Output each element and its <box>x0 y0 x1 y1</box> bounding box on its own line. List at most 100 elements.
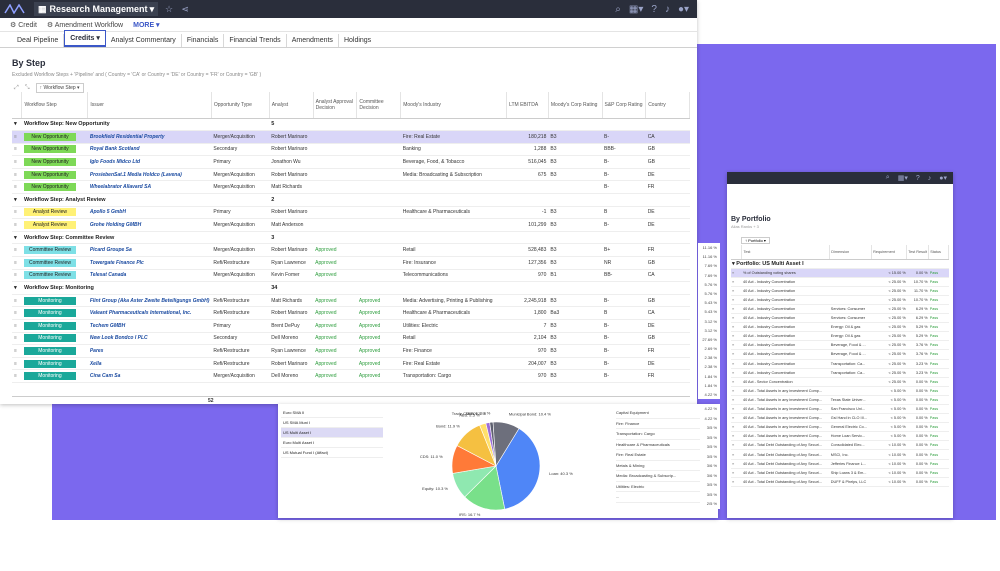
subnav-more[interactable]: MORE ▾ <box>133 21 159 29</box>
drag-handle-icon[interactable]: ≡ <box>731 340 742 351</box>
drag-handle-icon[interactable]: ≡ <box>731 331 742 342</box>
column-header[interactable]: Workflow Step <box>21 92 89 119</box>
column-header[interactable]: Dimension <box>829 245 873 260</box>
workflow-step-badge[interactable]: Analyst Review <box>23 221 76 230</box>
column-header[interactable]: LTM EBITDA <box>506 92 549 119</box>
workflow-step-badge[interactable]: Analyst Review <box>23 208 76 217</box>
drag-handle-icon[interactable]: ≡ <box>731 395 742 406</box>
drag-handle-icon[interactable]: ≡ <box>731 477 742 487</box>
filter-summary[interactable]: Excluded Workflow Steps + 'Pipeline' and… <box>0 68 697 78</box>
workflow-step-badge[interactable]: Monitoring <box>23 296 76 305</box>
issuer-link[interactable]: Wheelabrator Allavard SA <box>87 180 212 195</box>
portfolio-list-item[interactable]: US Multi Asset I <box>281 428 383 438</box>
table-row[interactable]: ≡ New Opportunity Royal Bank Scotland Secon… <box>12 143 690 157</box>
drag-handle-icon[interactable]: ≡ <box>731 304 742 315</box>
expand-icon[interactable]: ▾ <box>12 231 22 245</box>
drag-handle-icon[interactable]: ≡ <box>12 206 22 220</box>
tab-analyst-commentary[interactable]: Analyst Commentary <box>106 34 182 47</box>
table-row[interactable]: ≡ 40 Act - Total Debt Outstanding of Any … <box>731 449 949 460</box>
drag-handle-icon[interactable]: ≡ <box>12 369 22 383</box>
table-row[interactable]: ≡ 40 Act - Total Assets in any investment… <box>731 395 949 406</box>
drag-handle-icon[interactable]: ≡ <box>12 357 22 371</box>
app-switcher[interactable]: ▦ Research Management ▾ <box>34 2 159 16</box>
table-row[interactable]: ≡ New Opportunity ProsiebenSat.1 Media Hol… <box>12 168 690 182</box>
table-row[interactable]: ≡ Monitoring Pares Refi/Restructure Ryan Law… <box>12 344 690 358</box>
help-icon[interactable]: ? <box>651 4 657 15</box>
workflow-step-badge[interactable]: New Opportunity <box>23 132 76 141</box>
expand-icon[interactable]: ▾ <box>12 193 22 207</box>
portfolio-list-item[interactable]: US Mutual Fund I (Affact) <box>281 448 383 458</box>
portfolio-list-item[interactable]: Euro SMA II <box>281 408 383 418</box>
subnav-credit[interactable]: ⚙ Credit <box>10 21 37 29</box>
workflow-step-badge[interactable]: Monitoring <box>23 359 76 368</box>
filter-summary[interactable]: Alias Ranks + 3 <box>727 223 953 229</box>
tab-holdings[interactable]: Holdings <box>339 34 376 47</box>
issuer-link[interactable]: Grohe Holding GMBH <box>87 218 212 232</box>
bell-icon[interactable]: ♪ <box>928 175 932 182</box>
portfolio-list-item[interactable]: Euro Multi Asset I <box>281 438 383 448</box>
drag-handle-icon[interactable]: ≡ <box>731 377 742 387</box>
drag-handle-icon[interactable]: ≡ <box>12 306 22 320</box>
issuer-link[interactable]: Telesat Canada <box>87 269 212 283</box>
drag-handle-icon[interactable]: ≡ <box>12 155 22 169</box>
column-header[interactable]: Requirement <box>871 245 908 260</box>
drag-handle-icon[interactable]: ≡ <box>731 440 742 451</box>
workflow-step-badge[interactable]: New Opportunity <box>23 170 76 179</box>
table-row[interactable]: ≡ Monitoring Flint Group (Aka Aster Zweite… <box>12 294 690 308</box>
portfolio-list-item[interactable]: US SMA Muni I <box>281 418 383 428</box>
table-row[interactable]: ≡ 40 Act - Industry Concentration Beverage… <box>731 349 949 360</box>
table-row[interactable]: ≡ New Opportunity Wheelabrator Allavard SA… <box>12 180 690 195</box>
drag-handle-icon[interactable]: ≡ <box>12 294 22 308</box>
apps-icon[interactable]: ▦▾ <box>898 174 908 182</box>
table-row[interactable]: ≡ New Opportunity Brookfield Residential P… <box>12 130 690 144</box>
table-row[interactable]: ≡ 40 Act - Industry Concentration Services… <box>731 313 949 324</box>
issuer-link[interactable]: Picard Groupe Sa <box>87 243 212 258</box>
tab-amendments[interactable]: Amendments <box>287 34 339 47</box>
workflow-step-badge[interactable]: Monitoring <box>23 334 76 343</box>
drag-handle-icon[interactable]: ≡ <box>731 468 742 478</box>
column-header[interactable]: Issuer <box>87 92 212 119</box>
app-logo-icon[interactable] <box>0 0 30 18</box>
search-icon[interactable]: ⌕ <box>886 174 890 182</box>
drag-handle-icon[interactable]: ≡ <box>731 449 742 460</box>
table-row[interactable]: ≡ 40 Act - Total Assets in any investment… <box>731 386 949 396</box>
issuer-link[interactable]: Xella <box>87 357 212 371</box>
group-row[interactable]: ▾ Workflow Step: Monitoring 34 <box>12 281 690 295</box>
workflow-step-badge[interactable]: Monitoring <box>23 309 76 318</box>
issuer-link[interactable]: Towergate Finance Plc <box>87 256 212 270</box>
table-row[interactable]: ≡ 40 Act - Total Debt Outstanding of Any … <box>731 468 949 478</box>
drag-handle-icon[interactable]: ≡ <box>731 286 742 296</box>
column-header[interactable]: Test <box>741 245 831 260</box>
table-row[interactable]: ≡ Monitoring New Look Bondco I PLC Secondar… <box>12 332 690 346</box>
drag-handle-icon[interactable]: ≡ <box>731 422 742 433</box>
drag-handle-icon[interactable]: ≡ <box>731 277 742 287</box>
table-row[interactable]: ≡ 40 Act - Total Assets in any investment… <box>731 404 949 415</box>
expand-icon[interactable]: ▾ <box>12 118 22 132</box>
drag-handle-icon[interactable]: ≡ <box>12 344 22 358</box>
subnav-amendment-workflow[interactable]: ⚙ Amendment Workflow <box>47 21 123 29</box>
column-header[interactable]: Status <box>928 245 949 260</box>
table-row[interactable]: ≡ 40 Act - Total Assets in any investment… <box>731 413 949 424</box>
table-row[interactable]: ≡ 40 Act - Industry Concentration Energy: … <box>731 322 949 333</box>
drag-handle-icon[interactable]: ≡ <box>12 256 22 270</box>
column-header[interactable]: Test Result <box>906 245 930 260</box>
issuer-link[interactable]: Brookfield Residential Property <box>87 130 212 144</box>
tab-deal-pipeline[interactable]: Deal Pipeline <box>12 34 65 47</box>
tab-credits[interactable]: Credits ▾ <box>64 30 106 47</box>
issuer-link[interactable]: Flint Group (Aka Aster Zweite Beteiligun… <box>87 294 212 308</box>
workflow-step-badge[interactable]: Monitoring <box>23 321 76 330</box>
issuer-link[interactable]: Valeant Pharmaceuticals International, I… <box>87 306 212 320</box>
table-row[interactable]: ≡ 40 Act - Total Assets in any investment… <box>731 422 949 433</box>
share-icon[interactable]: ⋖ <box>180 4 190 14</box>
group-row[interactable]: ▾ Workflow Step: New Opportunity 5 <box>12 118 690 132</box>
workflow-step-badge[interactable]: Committee Review <box>23 258 76 267</box>
table-row[interactable]: ≡ 40 Act - Total Debt Outstanding of Any … <box>731 477 949 487</box>
issuer-link[interactable]: Pares <box>87 344 212 358</box>
collapse-icon[interactable]: ⤡ <box>25 85 30 92</box>
drag-handle-icon[interactable]: ≡ <box>731 322 742 333</box>
workflow-step-badge[interactable]: Monitoring <box>23 372 76 381</box>
table-row[interactable]: ≡ New Opportunity Iglo Foods Midco Ltd Prim… <box>12 155 690 169</box>
drag-handle-icon[interactable]: ≡ <box>731 431 742 442</box>
issuer-link[interactable]: Royal Bank Scotland <box>87 143 212 157</box>
apps-icon[interactable]: ▦▾ <box>629 4 643 15</box>
